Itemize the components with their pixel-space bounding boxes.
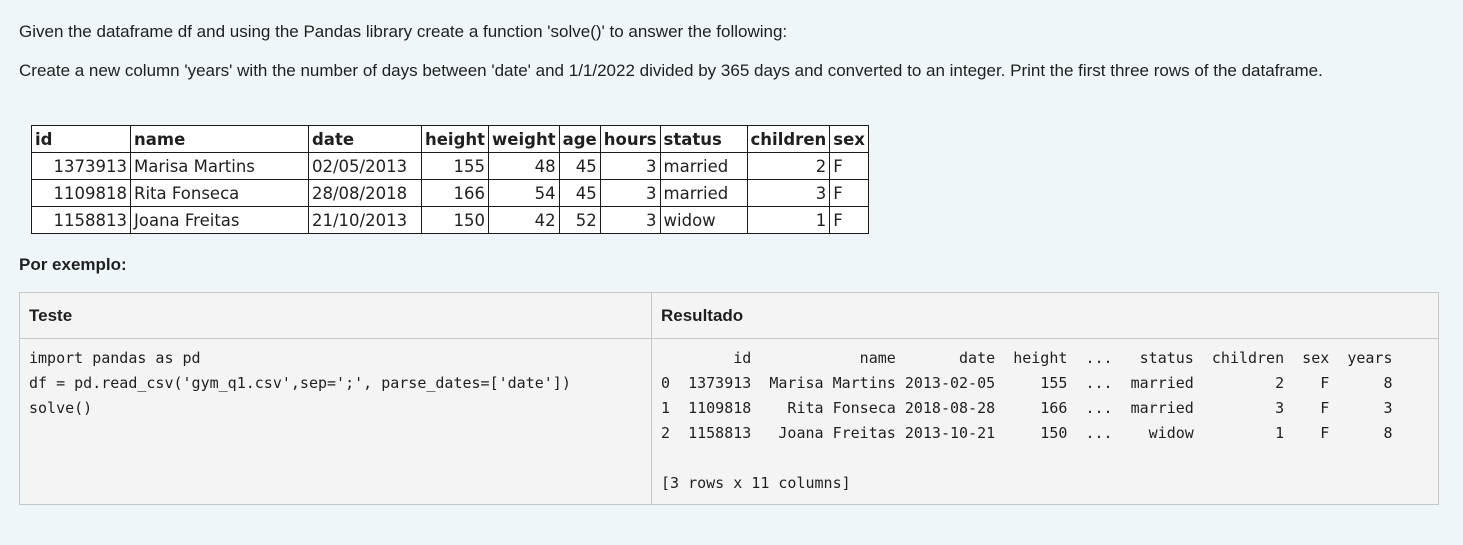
cell-status: married xyxy=(659,179,748,207)
cell-name: Joana Freitas xyxy=(130,206,309,234)
cell-id: 1109818 xyxy=(31,179,131,207)
col-header-age: age xyxy=(558,125,601,153)
cell-name: Rita Fonseca xyxy=(130,179,309,207)
col-header-height: height xyxy=(420,125,490,153)
cell-date: 28/08/2018 xyxy=(308,179,422,207)
col-header-weight: weight xyxy=(488,125,560,153)
example-row: import pandas as pd df = pd.read_csv('gy… xyxy=(19,338,1439,505)
cell-date: 21/10/2013 xyxy=(308,206,422,234)
cell-children: 3 xyxy=(746,179,831,207)
cell-height: 166 xyxy=(420,179,490,207)
cell-age: 45 xyxy=(558,152,601,180)
result-cell: id name date height ... status children … xyxy=(651,338,1439,505)
table-row: 1158813 Joana Freitas 21/10/2013 150 42 … xyxy=(31,206,869,234)
cell-hours: 3 xyxy=(599,206,661,234)
cell-height: 150 xyxy=(420,206,490,234)
cell-weight: 48 xyxy=(488,152,560,180)
cell-weight: 54 xyxy=(488,179,560,207)
cell-weight: 42 xyxy=(488,206,560,234)
test-column-header: Teste xyxy=(19,292,652,339)
question-task: Create a new column 'years' with the num… xyxy=(19,61,1323,80)
cell-children: 1 xyxy=(746,206,831,234)
col-header-date: date xyxy=(308,125,422,153)
col-header-status: status xyxy=(659,125,748,153)
cell-children: 2 xyxy=(746,152,831,180)
col-header-id: id xyxy=(31,125,131,153)
cell-hours: 3 xyxy=(599,179,661,207)
cell-hours: 3 xyxy=(599,152,661,180)
table-row: 1109818 Rita Fonseca 28/08/2018 166 54 4… xyxy=(31,179,869,207)
cell-sex: F xyxy=(829,152,869,180)
cell-date: 02/05/2013 xyxy=(308,152,422,180)
table-row: 1373913 Marisa Martins 02/05/2013 155 48… xyxy=(31,152,869,180)
example-header-row: Teste Resultado xyxy=(19,292,1439,339)
cell-age: 45 xyxy=(558,179,601,207)
question-intro: Given the dataframe df and using the Pan… xyxy=(19,22,788,41)
result-column-header: Resultado xyxy=(651,292,1439,339)
cell-age: 52 xyxy=(558,206,601,234)
example-table: Teste Resultado import pandas as pd df =… xyxy=(19,292,1439,505)
col-header-children: children xyxy=(746,125,831,153)
example-label: Por exemplo: xyxy=(19,255,127,274)
cell-sex: F xyxy=(829,179,869,207)
col-header-name: name xyxy=(130,125,309,153)
cell-id: 1373913 xyxy=(31,152,131,180)
col-header-hours: hours xyxy=(599,125,661,153)
cell-status: widow xyxy=(659,206,748,234)
dataframe-table: id name date height weight age hours sta… xyxy=(31,125,869,234)
dataframe-header-row: id name date height weight age hours sta… xyxy=(31,125,869,153)
test-code: import pandas as pd df = pd.read_csv('gy… xyxy=(29,349,571,417)
cell-name: Marisa Martins xyxy=(130,152,309,180)
question-text: Given the dataframe df and using the Pan… xyxy=(19,18,1439,85)
cell-sex: F xyxy=(829,206,869,234)
col-header-sex: sex xyxy=(829,125,869,153)
cell-id: 1158813 xyxy=(31,206,131,234)
result-output: id name date height ... status children … xyxy=(661,349,1393,492)
cell-height: 155 xyxy=(420,152,490,180)
cell-status: married xyxy=(659,152,748,180)
test-cell: import pandas as pd df = pd.read_csv('gy… xyxy=(19,338,652,505)
